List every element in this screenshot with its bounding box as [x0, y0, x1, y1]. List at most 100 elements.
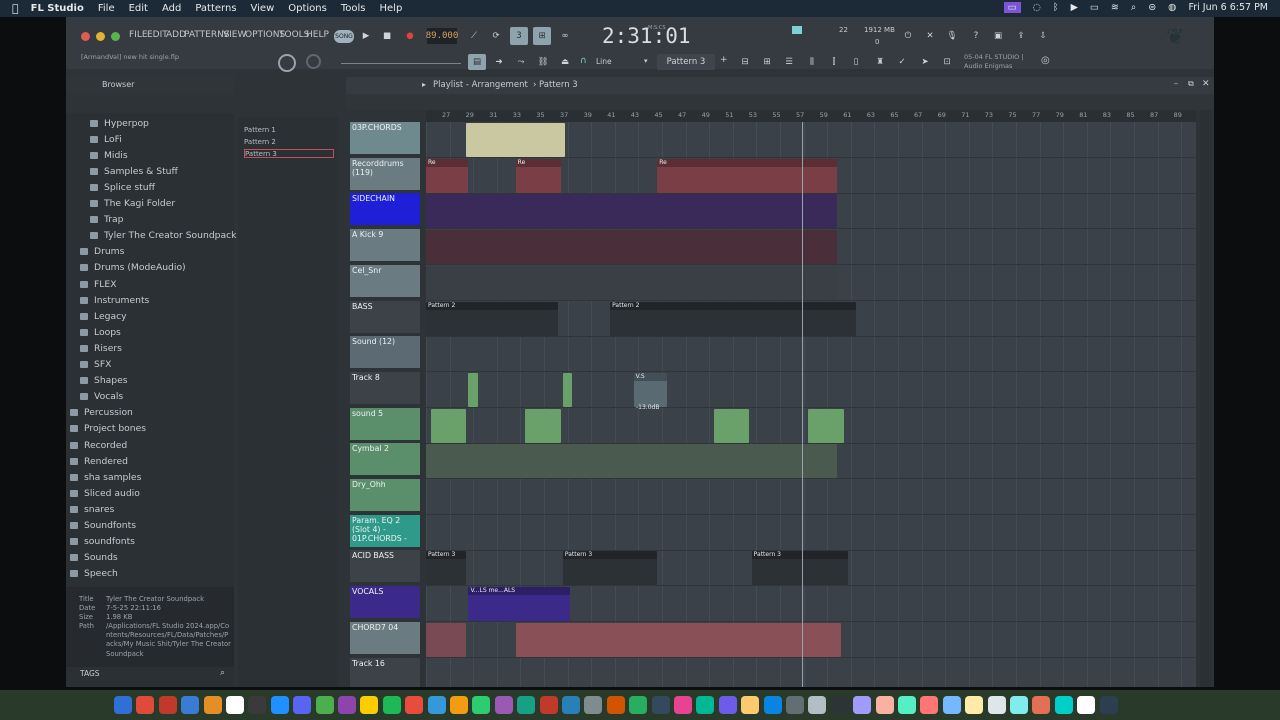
- status-icon[interactable]: ◌: [1033, 2, 1041, 13]
- shop-icon[interactable]: ⊡: [939, 54, 955, 70]
- browser-item[interactable]: Midis: [90, 147, 128, 163]
- browser-item[interactable]: Recorded: [70, 437, 127, 453]
- menu-edit[interactable]: Edit: [129, 3, 148, 14]
- playlist-clip[interactable]: V...LS me...ALS: [468, 587, 570, 622]
- dock-app-icon[interactable]: [830, 696, 849, 714]
- pattern-item[interactable]: Pattern 1: [244, 125, 276, 134]
- menu-file[interactable]: File: [98, 3, 115, 14]
- plugin-database-icon[interactable]: ⫿: [826, 54, 842, 70]
- playlist-clip[interactable]: [426, 265, 837, 300]
- browser-item[interactable]: FLEX: [80, 276, 117, 292]
- siri-icon[interactable]: ◍: [1168, 2, 1176, 13]
- dock-app-icon[interactable]: [965, 696, 984, 714]
- fl-menu-view[interactable]: VIEW: [223, 30, 246, 40]
- dock-app-icon[interactable]: [942, 696, 961, 714]
- browser-item[interactable]: LoFi: [90, 131, 122, 147]
- bluetooth-icon[interactable]: ᛒ: [1053, 2, 1059, 13]
- playlist-clip[interactable]: Re: [657, 158, 837, 193]
- countdown-icon[interactable]: 3: [510, 27, 528, 45]
- fl-menu-tools[interactable]: TOOLS: [279, 30, 309, 40]
- browser-item[interactable]: The Kagi Folder: [90, 196, 175, 212]
- browser-item[interactable]: Hyperpop: [90, 115, 149, 131]
- blend-notes-icon[interactable]: ∞: [557, 28, 573, 44]
- track-header[interactable]: Dry_Ohh: [350, 479, 420, 513]
- dock-app-icon[interactable]: [338, 696, 356, 714]
- browser-item[interactable]: Project bones: [70, 421, 146, 437]
- vertical-scrollbar[interactable]: [1200, 110, 1212, 687]
- dock-app-icon[interactable]: [158, 696, 177, 714]
- track-lane[interactable]: [426, 658, 1196, 688]
- screen-record-icon[interactable]: ▭: [1003, 2, 1021, 13]
- track-header[interactable]: SIDECHAIN: [350, 193, 420, 228]
- playlist-clip[interactable]: [808, 408, 844, 443]
- power-icon[interactable]: ⏻: [901, 28, 915, 44]
- track-header[interactable]: Cel_Snr: [350, 264, 420, 299]
- browser-item[interactable]: Percussion: [70, 405, 133, 421]
- dock-app-icon[interactable]: [472, 696, 491, 714]
- playlist-grid[interactable]: Re Re Re Pattern 2 Pattern 2 V.S Pattern 3 Patt…: [426, 122, 1196, 687]
- playlist-clip[interactable]: Re: [426, 158, 469, 193]
- playlist-clip[interactable]: [426, 230, 837, 265]
- master-volume-knob[interactable]: [278, 54, 296, 72]
- track-header[interactable]: Track 8: [350, 371, 420, 406]
- dock-app-icon[interactable]: [1032, 696, 1051, 714]
- send-icon[interactable]: ➤: [917, 54, 933, 70]
- dock-app-icon[interactable]: [517, 696, 536, 714]
- browser-item[interactable]: Tyler The Creator Soundpack: [90, 228, 237, 244]
- dock-app-icon[interactable]: [293, 696, 312, 714]
- play-button[interactable]: ▶: [358, 28, 374, 44]
- track-header[interactable]: BASS: [350, 300, 420, 335]
- browser-item[interactable]: Speech: [70, 566, 118, 582]
- link-icon[interactable]: ⛓: [534, 54, 552, 70]
- mixer-icon[interactable]: ⊟: [737, 54, 753, 70]
- browser-item[interactable]: Sliced audio: [70, 485, 140, 501]
- minimize-window-button[interactable]: [96, 32, 105, 41]
- dock-app-icon[interactable]: [853, 696, 872, 714]
- plugin-picker-icon[interactable]: ♜: [872, 54, 888, 70]
- playlist-clip[interactable]: Pattern 3: [426, 551, 467, 586]
- track-header[interactable]: Cymbal 2: [350, 443, 420, 478]
- menu-patterns[interactable]: Patterns: [195, 3, 236, 14]
- search-icon[interactable]: ⌕: [1131, 2, 1136, 13]
- close-playlist-icon[interactable]: ✕: [1202, 79, 1210, 89]
- dock-app-icon[interactable]: [405, 696, 424, 714]
- dock-app-icon[interactable]: [1010, 696, 1028, 714]
- dock-app-icon[interactable]: [181, 696, 200, 714]
- fl-menu-file[interactable]: FILE: [129, 30, 148, 40]
- multilink-icon[interactable]: ✕: [923, 28, 937, 44]
- browser-item[interactable]: Rendered: [70, 453, 128, 469]
- browser-item[interactable]: Splice stuff: [90, 179, 155, 195]
- timeline-ruler[interactable]: 27 29 31 33 35 37 39 41 43 45 47 49 51 53 55 57 59 61 63 65…: [426, 110, 1196, 122]
- track-header[interactable]: Param. EQ 2 (Slot 4) - 01P.CHORDS -: [350, 514, 420, 549]
- piano-roll-icon[interactable]: ☰: [781, 54, 797, 70]
- dock-app-icon[interactable]: [226, 696, 244, 714]
- dock-app-icon[interactable]: [606, 696, 625, 714]
- dock-app-icon[interactable]: [987, 696, 1006, 714]
- playlist-clip[interactable]: [562, 372, 573, 407]
- snap-magnet-icon[interactable]: ∩: [580, 56, 587, 66]
- loop-record-icon[interactable]: ⟳: [488, 28, 504, 44]
- save-icon[interactable]: ▣: [991, 28, 1005, 44]
- stop-button[interactable]: ■: [379, 28, 395, 44]
- playlist-clip[interactable]: [426, 444, 837, 479]
- tool-a-icon[interactable]: ⤳: [512, 54, 530, 70]
- globe-icon[interactable]: ◎: [1041, 55, 1050, 66]
- song-position-display[interactable]: 2:31:01: [602, 24, 691, 48]
- dock-app-icon[interactable]: [808, 696, 827, 714]
- mixer-faders-icon[interactable]: ⫼: [804, 54, 820, 70]
- metronome-icon[interactable]: ⟋: [466, 28, 482, 44]
- playlist-clip[interactable]: V.S: [633, 372, 667, 407]
- browser-item[interactable]: Vocals: [80, 389, 123, 405]
- fl-menu-help[interactable]: HELP: [306, 30, 329, 40]
- playlist-clip[interactable]: Pattern 3: [562, 551, 658, 586]
- dock-app-icon[interactable]: [270, 696, 289, 714]
- playlist-clip[interactable]: [426, 194, 837, 229]
- next-view-button[interactable]: ➜: [490, 54, 508, 70]
- browser-item[interactable]: Drums (ModeAudio): [80, 260, 186, 276]
- dock-app-icon[interactable]: [674, 696, 692, 714]
- menu-view[interactable]: View: [251, 3, 275, 14]
- track-lane[interactable]: [426, 336, 1196, 373]
- dock-app-icon[interactable]: [629, 696, 648, 714]
- dock-app-icon[interactable]: [427, 696, 446, 714]
- record-button[interactable]: ●: [402, 28, 418, 44]
